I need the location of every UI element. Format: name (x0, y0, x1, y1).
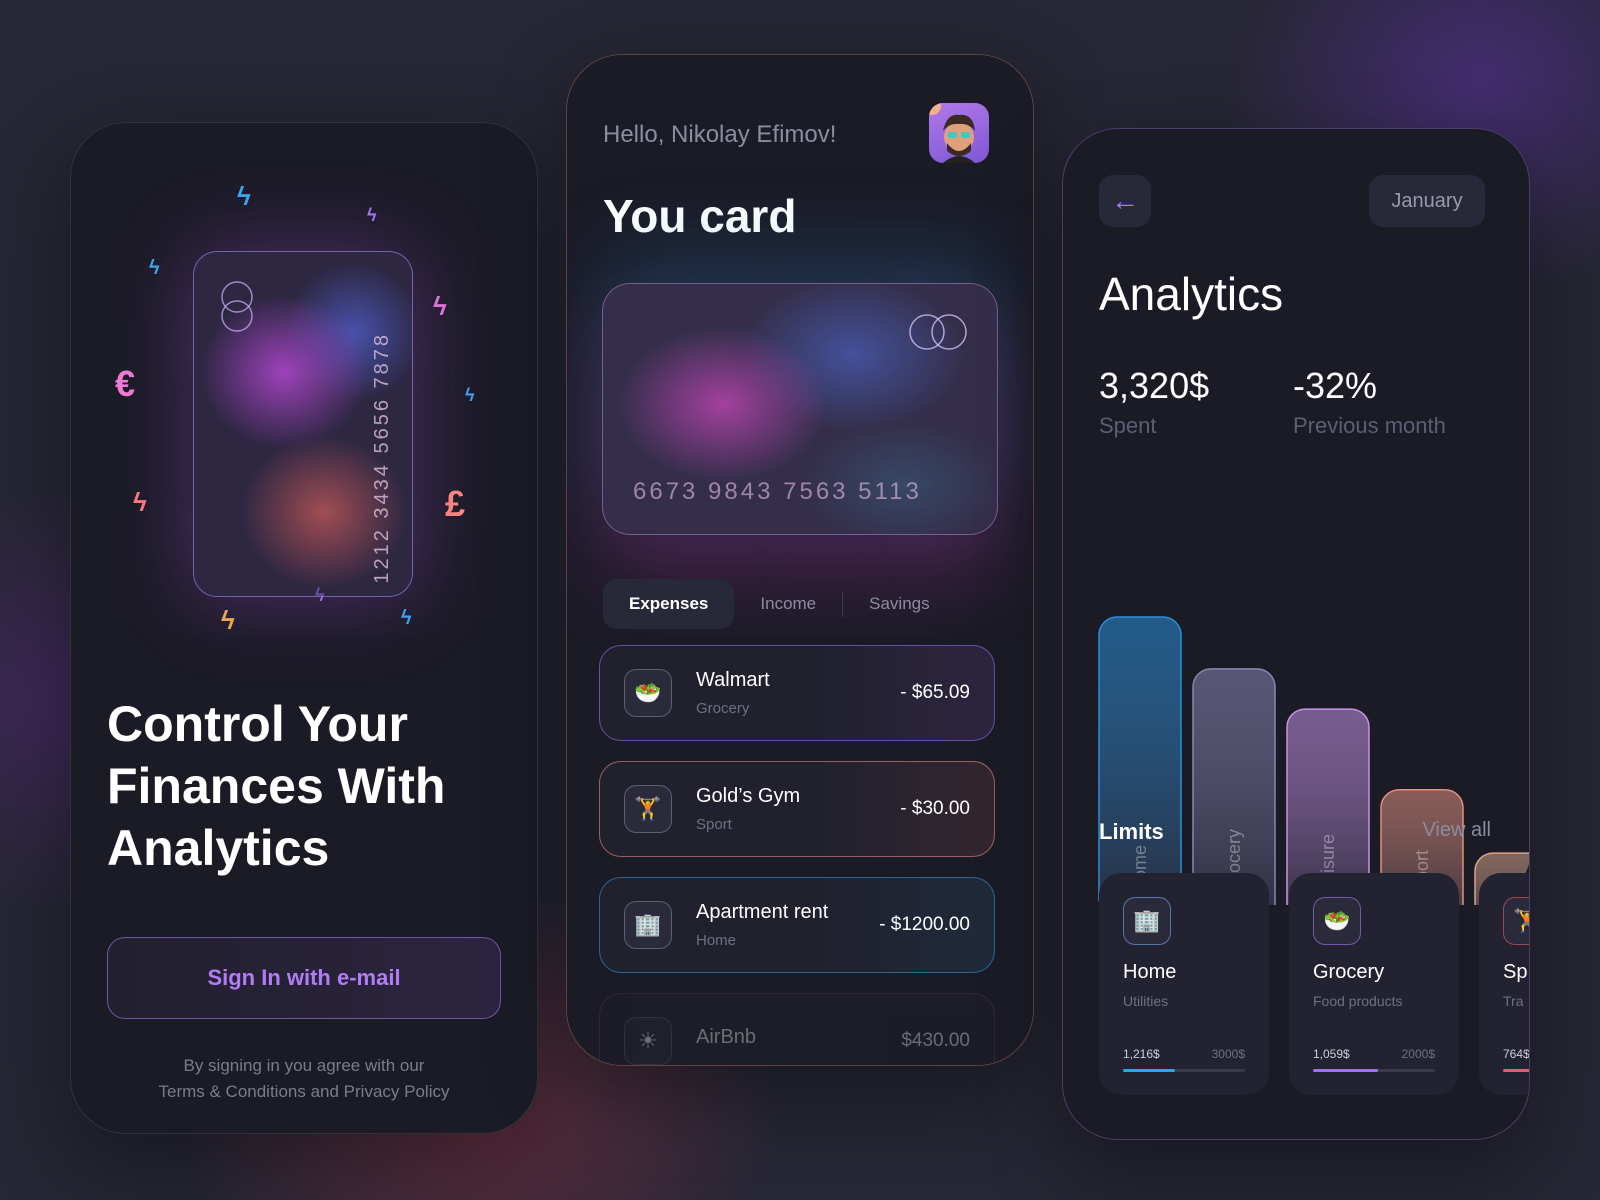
transaction-row[interactable]: 🏢 Apartment rent Home - $1200.00 (599, 877, 995, 973)
bank-card[interactable]: 6673 9843 7563 5113 (602, 283, 998, 535)
euro-icon: € (115, 363, 136, 404)
transaction-amount: - $30.00 (900, 798, 970, 819)
limit-card[interactable]: 🏋 Sp Tra 764$ (1479, 873, 1530, 1095)
transaction-amount: $430.00 (901, 1030, 970, 1051)
card-number: 6673 9843 7563 5113 (633, 478, 922, 505)
signin-email-button[interactable]: Sign In with e-mail (107, 937, 501, 1019)
transaction-name: Walmart (696, 669, 770, 691)
squiggle-decoration: ϟ (133, 487, 147, 517)
limit-max: 3000$ (1211, 1047, 1245, 1061)
month-selector[interactable]: January (1369, 175, 1485, 227)
onboarding-screen: ϟ ϟ ϟ ϟ ϟ ϟ ϟ ϟ ϟ € £ 1212 3434 5656 787… (70, 122, 538, 1134)
squiggle-decoration: ϟ (433, 291, 447, 321)
grocery-icon: 🥗 (1313, 897, 1361, 945)
tab-bar: Expenses Income Savings (603, 579, 956, 629)
transaction-name: AirBnb (696, 1025, 757, 1048)
home-icon: 🏢 (624, 901, 672, 949)
transaction-amount: - $65.09 (900, 682, 970, 703)
card-brand-icon (221, 281, 253, 332)
limit-progress (1313, 1069, 1435, 1072)
dumbbell-icon: 🏋 (624, 785, 672, 833)
limit-progress (1123, 1069, 1245, 1072)
limit-title: Grocery (1313, 961, 1385, 983)
squiggle-decoration: ϟ (401, 607, 412, 629)
page-title: Analytics (1099, 268, 1284, 320)
squiggle-decoration: ϟ (149, 257, 160, 279)
analytics-screen: ← January Analytics 3,320$ Spent -32% Pr… (1062, 128, 1530, 1140)
limit-current: 764$ (1503, 1047, 1530, 1061)
limit-subtitle: Tra (1503, 993, 1524, 1009)
squiggle-decoration: ϟ (237, 181, 251, 211)
greeting: Hello, Nikolay Efimov! (603, 121, 837, 148)
wallet-screen: Hello, Nikolay Efimov! You card 6673 984… (566, 54, 1034, 1066)
onboarding-title: Control Your Finances With Analytics (107, 693, 487, 879)
back-button[interactable]: ← (1099, 175, 1151, 227)
tab-savings[interactable]: Savings (843, 579, 955, 629)
transaction-row[interactable]: ☀ AirBnb $430.00 (599, 993, 995, 1065)
squiggle-decoration: ϟ (367, 205, 377, 225)
transaction-row[interactable]: 🥗 Walmart Grocery - $65.09 (599, 645, 995, 741)
limit-current: 1,059$ (1313, 1047, 1350, 1061)
page-title: You card (603, 190, 797, 242)
avatar[interactable] (929, 103, 989, 163)
limit-card[interactable]: 🏢 Home Utilities 1,216$ 3000$ (1099, 873, 1269, 1095)
terms-link[interactable]: Terms & Conditions and Privacy Policy (71, 1079, 537, 1105)
transaction-row[interactable]: 🏋 Gold’s Gym Sport - $30.00 (599, 761, 995, 857)
card-number-vertical: 1212 3434 5656 7878 (371, 332, 393, 584)
squiggle-decoration: ϟ (221, 605, 235, 635)
spent-value: 3,320$ (1099, 365, 1210, 406)
title-line: Control Your (107, 696, 408, 752)
spent-stat: 3,320$ Spent (1099, 365, 1209, 439)
title-line: Finances With (107, 758, 446, 814)
transaction-category: Grocery (696, 700, 750, 717)
tab-income[interactable]: Income (734, 579, 842, 629)
squiggle-decoration: ϟ (465, 385, 475, 405)
limit-progress-fill (1313, 1069, 1378, 1072)
terms-line: By signing in you agree with our (183, 1056, 425, 1075)
limit-progress-fill (1503, 1069, 1529, 1072)
transaction-category: Sport (696, 816, 732, 833)
limit-current: 1,216$ (1123, 1047, 1160, 1061)
home-icon: 🏢 (1123, 897, 1171, 945)
pound-icon: £ (445, 483, 466, 524)
limit-max: 2000$ (1401, 1047, 1435, 1061)
transaction-name: Gold’s Gym (696, 785, 801, 807)
change-value: -32% (1293, 365, 1378, 406)
hero-illustration: ϟ ϟ ϟ ϟ ϟ ϟ ϟ ϟ ϟ € £ 1212 3434 5656 787… (71, 123, 537, 683)
limit-title: Sp (1503, 961, 1528, 983)
grocery-icon: 🥗 (624, 669, 672, 717)
limit-title: Home (1123, 961, 1177, 983)
arrow-left-icon: ← (1111, 185, 1139, 216)
limit-subtitle: Utilities (1123, 993, 1169, 1009)
transaction-category: Home (696, 932, 737, 949)
dumbbell-icon: 🏋 (1503, 897, 1529, 945)
sun-icon: ☀ (624, 1017, 672, 1065)
limit-progress (1503, 1069, 1529, 1072)
view-all-link[interactable]: View all (1422, 819, 1491, 842)
title-line: Analytics (107, 820, 330, 876)
card-illustration: 1212 3434 5656 7878 (193, 251, 413, 597)
transaction-amount: - $1200.00 (879, 914, 970, 935)
change-stat: -32% Previous month (1293, 365, 1446, 439)
limit-card[interactable]: 🥗 Grocery Food products 1,059$ 2000$ (1289, 873, 1459, 1095)
transaction-name: Apartment rent (696, 901, 829, 923)
tab-expenses[interactable]: Expenses (603, 579, 735, 629)
card-brand-icon (909, 314, 967, 350)
terms-text: By signing in you agree with our Terms &… (71, 1053, 537, 1105)
limits-title: Limits (1099, 819, 1164, 844)
limit-progress-fill (1123, 1069, 1176, 1072)
limit-subtitle: Food products (1313, 993, 1403, 1009)
